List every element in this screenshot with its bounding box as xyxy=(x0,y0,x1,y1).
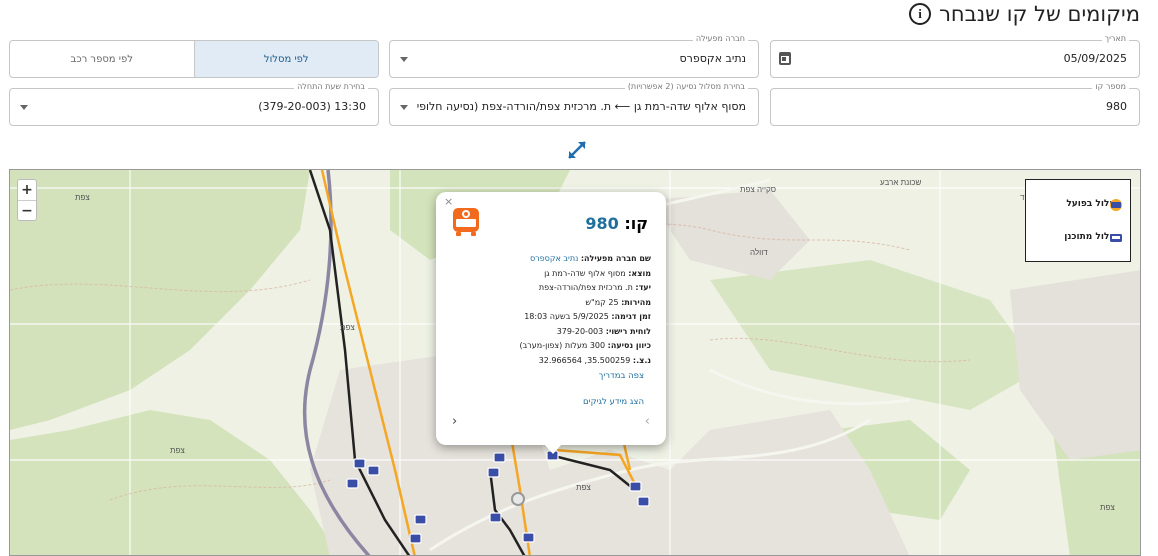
operator-select-label: חברה מפעילה xyxy=(692,34,748,43)
zoom-out-button[interactable]: − xyxy=(18,200,36,220)
bus-icon xyxy=(453,208,479,236)
operator-label: שם חברה מפעילה: xyxy=(580,254,651,263)
svg-text:סקייה צפת: סקייה צפת xyxy=(740,185,776,194)
actual-route-icon xyxy=(1110,199,1122,211)
date-field-value: 05/09/2025 xyxy=(1063,52,1127,65)
vehicle-popup: × קו: 980 שם חברה מפעילה: נתיב אקספרס מו… xyxy=(436,192,666,454)
origin-value: מסוף אלוף שדה-רמת גן xyxy=(544,268,626,278)
plate-label: לוחית רישוי: xyxy=(605,326,651,336)
line-number-value: 980 xyxy=(1106,100,1127,113)
plate-value: 379-20-003 xyxy=(556,326,604,336)
origin-label: מוצא: xyxy=(628,268,651,278)
popup-line-number: 980 xyxy=(585,214,619,233)
page: מיקומים של קו שנבחר i תאריך 05/09/2025 ח… xyxy=(0,0,1158,556)
heading-label: כיוון נסיעה: xyxy=(607,341,651,350)
view-guide-link[interactable]: צפה במדריך xyxy=(599,371,644,381)
show-logs-link[interactable]: הצג מידע לגיקים xyxy=(583,397,644,407)
coords-value: 35.500259, 32.966564 xyxy=(538,355,631,365)
svg-text:שכונת ארבע: שכונת ארבע xyxy=(880,178,921,187)
line-number-field[interactable]: מספר קו 980 xyxy=(770,82,1140,126)
title-row: מיקומים של קו שנבחר i xyxy=(909,2,1140,26)
planned-route-icon xyxy=(1110,234,1122,242)
prev-arrow-icon[interactable]: ‹ xyxy=(452,414,457,429)
info-icon[interactable]: i xyxy=(909,3,932,25)
svg-text:צפת: צפת xyxy=(576,483,591,492)
operator-select[interactable]: חברה מפעילה נתיב אקספרס xyxy=(389,34,759,78)
search-mode-toggle: לפי מספר רכב לפי מסלול xyxy=(9,40,379,78)
map[interactable]: צפת צפת צפת דוולה סקייה צפת שכונת ארבע צ… xyxy=(9,169,1141,556)
chevron-down-icon[interactable] xyxy=(20,105,28,110)
line-number-label: מספר קו xyxy=(1092,82,1129,91)
route-select[interactable]: בחירת מסלול נסיעה (2 אפשרויות) מסוף אלוף… xyxy=(389,82,759,126)
destination-label: יעד: xyxy=(635,283,651,292)
expand-map-icon[interactable] xyxy=(566,139,588,161)
speed-value: 25 קמ"ש xyxy=(585,297,619,307)
chevron-down-icon[interactable] xyxy=(400,57,408,62)
zoom-control: + − xyxy=(17,179,37,221)
operator-select-value: נתיב אקספרס xyxy=(679,52,746,65)
calendar-icon[interactable] xyxy=(779,52,791,65)
svg-text:צפת: צפת xyxy=(75,193,90,202)
date-field[interactable]: תאריך 05/09/2025 xyxy=(770,34,1140,78)
next-arrow-icon[interactable]: › xyxy=(645,414,650,429)
by-route-button[interactable]: לפי מסלול xyxy=(193,41,378,77)
svg-text:דוולה: דוולה xyxy=(750,248,768,257)
zoom-in-button[interactable]: + xyxy=(18,180,36,200)
sample-time-label: זמן דגימה: xyxy=(611,312,651,321)
popup-title: קו: 980 xyxy=(585,214,648,233)
destination-value: ת. מרכזית צפת/הורדה-צפת xyxy=(538,283,633,292)
route-select-value: מסוף אלוף שדה-רמת גן ⟵ ת. מרכזית צפת/הור… xyxy=(416,100,746,113)
coords-label: נ.צ.: xyxy=(632,355,651,365)
start-time-value: 13:30 (379-20-003) xyxy=(258,100,366,113)
svg-text:צפת: צפת xyxy=(340,323,355,332)
heading-value: 300 מעלות (צפון-מערב) xyxy=(519,341,606,350)
popup-details: שם חברה מפעילה: נתיב אקספרס מוצא: מסוף א… xyxy=(446,252,651,368)
chevron-down-icon[interactable] xyxy=(400,105,408,110)
sample-time-value: 5/9/2025 בשעה 18:03 xyxy=(524,312,609,321)
route-select-label: בחירת מסלול נסיעה (2 אפשרויות) xyxy=(624,82,748,91)
map-legend: מסלול בפועל מסלול מתוכנן xyxy=(1025,179,1131,262)
svg-text:צפת: צפת xyxy=(170,446,185,455)
by-vehicle-button[interactable]: לפי מספר רכב xyxy=(10,41,194,77)
start-time-label: בחירת שעת התחלה xyxy=(294,82,368,91)
speed-label: מהירות: xyxy=(621,297,651,307)
page-title: מיקומים של קו שנבחר xyxy=(939,2,1140,26)
date-field-label: תאריך xyxy=(1101,34,1129,43)
start-time-select[interactable]: בחירת שעת התחלה 13:30 (379-20-003) xyxy=(9,82,379,126)
popup-line-label: קו: xyxy=(624,214,648,233)
svg-text:צפת: צפת xyxy=(1100,503,1115,512)
operator-value: נתיב אקספרס xyxy=(529,254,579,263)
